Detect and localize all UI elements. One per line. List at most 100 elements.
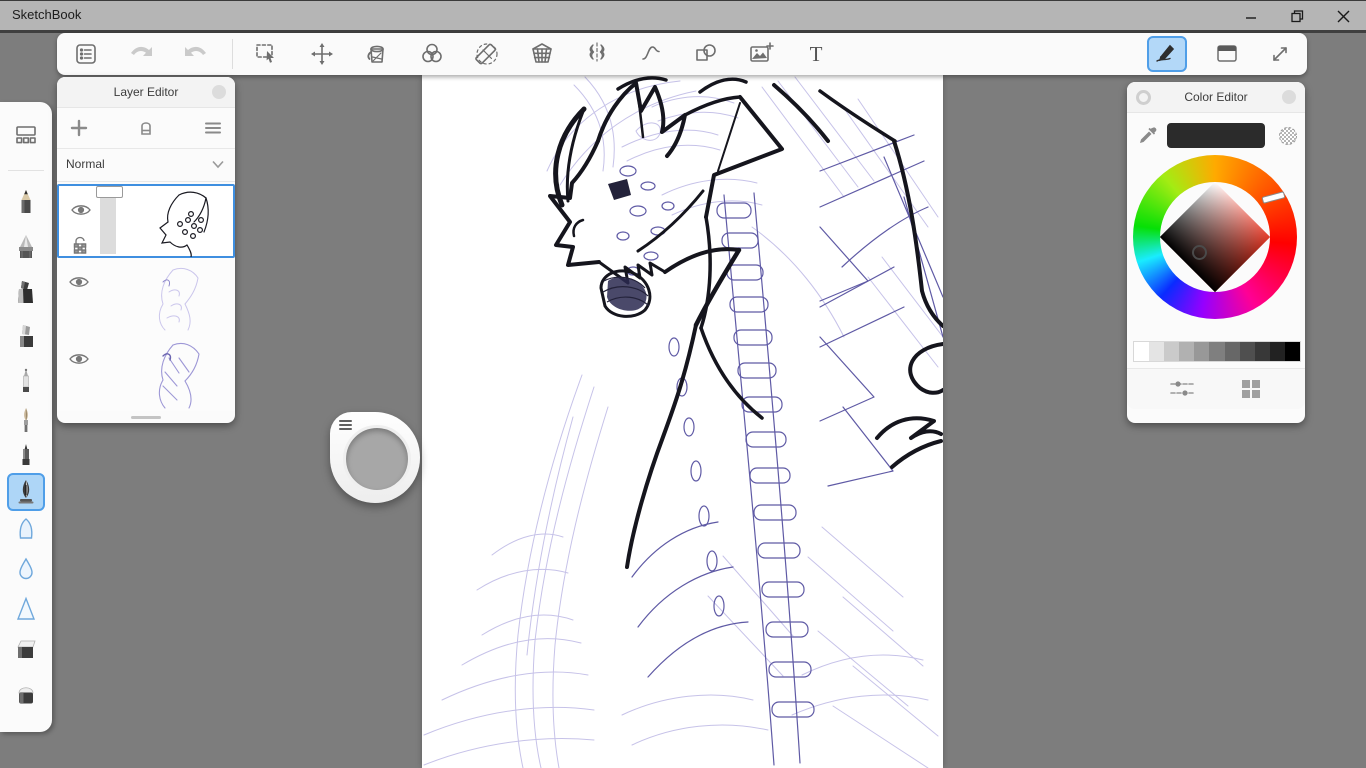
eraser-hard-icon — [12, 636, 40, 664]
swatches-view-icon[interactable] — [1240, 378, 1262, 400]
layer-opacity-handle[interactable] — [96, 186, 123, 198]
transform-icon — [308, 40, 336, 68]
transform-tool-button[interactable] — [302, 36, 342, 72]
saturation-cursor[interactable] — [1192, 245, 1207, 260]
menu-list-icon — [73, 41, 99, 67]
color-blend-button[interactable] — [412, 36, 452, 72]
airbrush-icon — [12, 233, 40, 261]
sliders-view-icon[interactable] — [1170, 379, 1194, 399]
layer-row-2[interactable] — [57, 258, 235, 336]
shapes-icon — [692, 40, 720, 68]
selection-icon — [253, 40, 281, 68]
tool-eraser-hard[interactable] — [7, 631, 45, 669]
minimize-button[interactable] — [1228, 1, 1274, 31]
tool-pencil[interactable] — [7, 183, 45, 221]
tool-water-blend[interactable] — [7, 551, 45, 589]
add-layer-button[interactable] — [65, 114, 93, 142]
color-editor-panel: Color Editor — [1127, 82, 1305, 423]
brush-library-button[interactable] — [7, 116, 45, 154]
grayscale-swatch[interactable] — [1285, 342, 1300, 361]
brush-puck[interactable] — [330, 412, 420, 503]
layer-row-1[interactable] — [57, 184, 235, 258]
grayscale-swatch[interactable] — [1179, 342, 1194, 361]
panel-resize-grip[interactable] — [131, 416, 161, 419]
fineliner-icon — [12, 440, 40, 468]
layer-visibility-icon[interactable] — [70, 203, 92, 217]
tool-smudge[interactable] — [7, 511, 45, 549]
marker-tip-icon — [136, 118, 156, 138]
water-drop-icon — [12, 556, 40, 584]
layer-marker-button[interactable] — [132, 114, 160, 142]
chevron-down-icon — [211, 159, 225, 169]
grayscale-swatch[interactable] — [1149, 342, 1164, 361]
shapes-tool-button[interactable] — [686, 36, 726, 72]
layer-visibility-icon[interactable] — [68, 275, 90, 289]
color-blend-icon — [418, 40, 446, 68]
layer-row-3[interactable] — [57, 335, 235, 411]
eyedropper-icon[interactable] — [1137, 124, 1159, 146]
grayscale-swatches — [1133, 341, 1301, 362]
ruler-tool-button[interactable] — [467, 36, 507, 72]
dragon-sketch — [422, 75, 943, 768]
canvas-window-icon — [1213, 40, 1241, 68]
panel-handle-dot[interactable] — [212, 85, 226, 99]
color-editor-header[interactable]: Color Editor — [1127, 82, 1305, 113]
layer-editor-header[interactable]: Layer Editor — [57, 77, 235, 108]
puck-menu-icon[interactable] — [339, 420, 353, 432]
color-wheel[interactable] — [1127, 161, 1305, 337]
pencil-icon — [12, 188, 40, 216]
grayscale-swatch[interactable] — [1270, 342, 1285, 361]
grayscale-swatch[interactable] — [1164, 342, 1179, 361]
brush-mode-button[interactable] — [1147, 36, 1187, 72]
grayscale-swatch[interactable] — [1134, 342, 1149, 361]
chisel-marker-icon — [12, 322, 40, 350]
restore-button[interactable] — [1274, 1, 1320, 31]
tool-fineliner[interactable] — [7, 435, 45, 473]
panel-handle-dot[interactable] — [1282, 90, 1296, 104]
brush-library-icon — [12, 121, 40, 149]
text-tool-button[interactable]: T — [796, 36, 836, 72]
grayscale-swatch[interactable] — [1240, 342, 1255, 361]
smear-triangle-icon — [12, 595, 40, 623]
tool-marker[interactable] — [7, 273, 45, 311]
tool-ballpoint-pen[interactable] — [7, 362, 45, 400]
import-image-button[interactable] — [741, 36, 781, 72]
layer-1-thumbnail — [121, 187, 231, 262]
selection-tool-button[interactable] — [247, 36, 287, 72]
tool-ink-pen[interactable] — [7, 473, 45, 511]
drawing-canvas[interactable] — [422, 75, 943, 768]
canvas-window-button[interactable] — [1207, 36, 1247, 72]
import-image-icon — [747, 40, 775, 68]
grayscale-swatch[interactable] — [1209, 342, 1224, 361]
tool-eraser-soft[interactable] — [7, 676, 45, 714]
redo-button[interactable] — [176, 36, 216, 72]
fill-icon — [363, 40, 391, 68]
transparent-color-icon[interactable] — [1278, 126, 1298, 146]
close-button[interactable] — [1320, 1, 1366, 31]
grayscale-swatch[interactable] — [1225, 342, 1240, 361]
transparency-lock-icon[interactable] — [71, 236, 89, 256]
grayscale-swatch[interactable] — [1255, 342, 1270, 361]
current-color-swatch[interactable] — [1167, 123, 1265, 148]
menu-list-button[interactable] — [66, 36, 106, 72]
perspective-icon — [528, 40, 556, 68]
fullscreen-button[interactable] — [1260, 36, 1300, 72]
symmetry-tool-button[interactable] — [577, 36, 617, 72]
blend-mode-dropdown[interactable]: Normal — [57, 149, 235, 182]
tool-smear[interactable] — [7, 590, 45, 628]
layer-visibility-icon[interactable] — [68, 352, 90, 366]
grayscale-swatch[interactable] — [1194, 342, 1209, 361]
restore-icon — [1291, 10, 1304, 23]
puck-surface[interactable] — [343, 425, 411, 493]
tool-paintbrush[interactable] — [7, 401, 45, 439]
palette-divider — [8, 170, 44, 171]
stroke-icon — [638, 40, 666, 68]
tool-airbrush[interactable] — [7, 228, 45, 266]
fill-tool-button[interactable] — [357, 36, 397, 72]
stroke-tool-button[interactable] — [632, 36, 672, 72]
layer-menu-button[interactable] — [199, 114, 227, 142]
perspective-tool-button[interactable] — [522, 36, 562, 72]
tool-chisel-marker[interactable] — [7, 317, 45, 355]
ink-pen-icon — [12, 478, 40, 506]
undo-button[interactable] — [121, 36, 161, 72]
